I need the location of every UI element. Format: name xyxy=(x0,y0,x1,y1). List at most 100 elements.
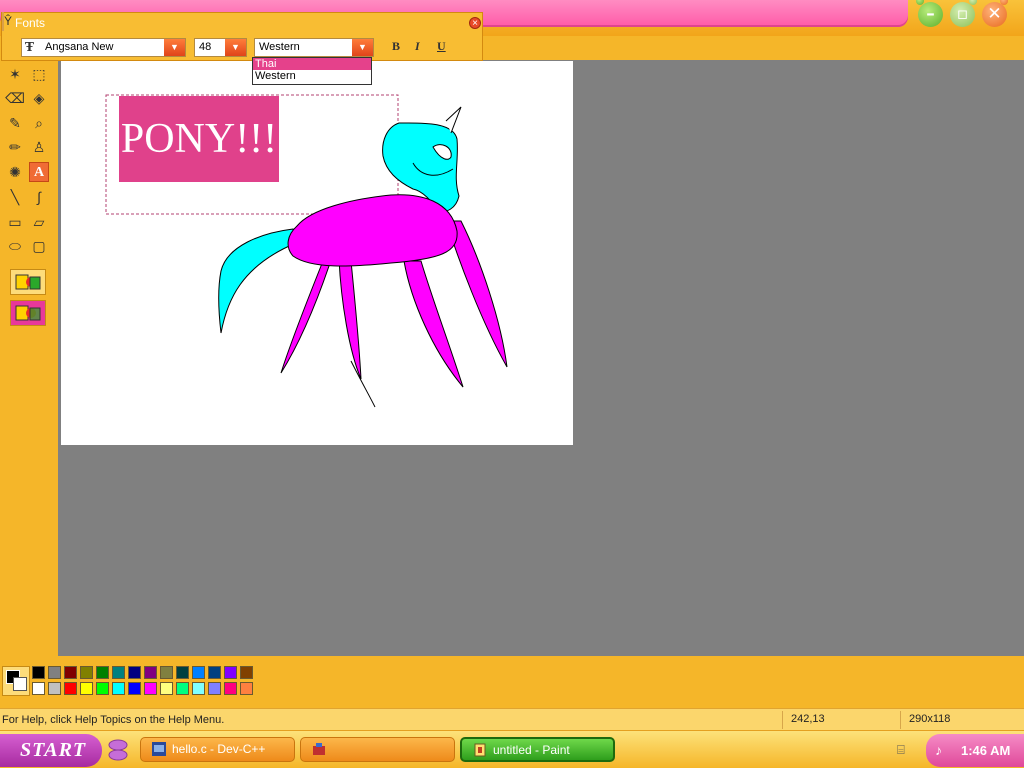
font-size-select[interactable]: 48 ▼ xyxy=(194,38,247,57)
cursor-position: 242,13 xyxy=(782,711,901,729)
palette-swatch[interactable] xyxy=(160,682,173,695)
text-box[interactable]: PONY!!! xyxy=(119,96,279,182)
palette-swatch[interactable] xyxy=(144,682,157,695)
palette-swatch[interactable] xyxy=(32,682,45,695)
fonts-window-icon: Ŷ xyxy=(4,14,13,28)
start-button[interactable]: START xyxy=(0,734,102,767)
dropdown-option-thai[interactable]: Thai xyxy=(253,58,371,70)
tray-network-icon[interactable]: ⌸ xyxy=(897,742,911,757)
background-color xyxy=(13,677,27,691)
pony-stroke xyxy=(350,360,376,408)
rounded-rect-icon[interactable]: ▢ xyxy=(29,236,49,256)
palette-swatch[interactable] xyxy=(96,682,109,695)
palette-swatch[interactable] xyxy=(240,682,253,695)
status-bar: For Help, click Help Topics on the Help … xyxy=(0,708,1024,730)
airbrush-icon[interactable]: ✺ xyxy=(5,162,25,182)
quick-launch-icon[interactable] xyxy=(106,737,130,763)
taskbar-item-paint[interactable]: untitled - Paint xyxy=(460,737,615,762)
dropdown-option-western[interactable]: Western xyxy=(253,70,371,82)
curve-icon[interactable]: ∫ xyxy=(29,187,49,207)
palette-swatch[interactable] xyxy=(80,666,93,679)
palette-swatch[interactable] xyxy=(32,666,45,679)
taskbar-item-devcpp[interactable]: hello.c - Dev-C++ xyxy=(140,737,295,762)
tool-box: ✶ ⬚ ⌫ ◈ ✎ ⌕ ✏ ♙ ✺ A ╲ ∫ ▭ ▱ ⬭ ▢ xyxy=(0,60,58,656)
fonts-toolbar-title: Fonts xyxy=(15,16,46,30)
text-icon[interactable]: A xyxy=(29,162,49,182)
pencil-icon[interactable]: ✏ xyxy=(5,137,25,157)
devcpp-icon xyxy=(152,742,166,756)
italic-button[interactable]: I xyxy=(415,39,420,54)
opaque-option-icon xyxy=(15,274,41,290)
taskbar: START hello.c - Dev-C++ untitled - Paint… xyxy=(0,730,1024,768)
chevron-down-icon[interactable]: ▼ xyxy=(164,39,185,56)
rect-select-icon[interactable]: ⬚ xyxy=(29,64,49,84)
palette-swatch[interactable] xyxy=(128,682,141,695)
font-name-value: Angsana New xyxy=(45,41,114,53)
palette-swatch[interactable] xyxy=(176,682,189,695)
pony-leg-3 xyxy=(403,260,464,388)
palette-swatch[interactable] xyxy=(240,666,253,679)
brush-icon[interactable]: ♙ xyxy=(29,137,49,157)
font-script-select[interactable]: Western ▼ xyxy=(254,38,374,57)
palette-swatch[interactable] xyxy=(208,666,221,679)
script-dropdown-list: Thai Western xyxy=(252,57,372,85)
status-help-text: For Help, click Help Topics on the Help … xyxy=(2,714,225,726)
pony-leg-2 xyxy=(338,258,362,380)
taskbar-item-app[interactable] xyxy=(300,737,455,762)
polygon-icon[interactable]: ▱ xyxy=(29,212,49,232)
palette-swatch[interactable] xyxy=(176,666,189,679)
palette-swatch[interactable] xyxy=(192,682,205,695)
fonts-close-button[interactable]: × xyxy=(469,17,481,29)
clock-time: 1:46 AM xyxy=(961,743,1011,758)
app-icon xyxy=(313,743,325,755)
rectangle-icon[interactable]: ▭ xyxy=(5,212,25,232)
pony-leg-1 xyxy=(280,260,330,374)
current-colors[interactable] xyxy=(2,666,30,696)
palette-swatch[interactable] xyxy=(48,666,61,679)
magnifier-icon[interactable]: ⌕ xyxy=(29,113,49,133)
palette-swatch[interactable] xyxy=(160,666,173,679)
pony-body xyxy=(287,194,458,267)
close-button[interactable]: ✕ xyxy=(982,0,1008,27)
line-icon[interactable]: ╲ xyxy=(5,187,25,207)
opaque-background-option[interactable] xyxy=(10,269,46,295)
palette-swatch[interactable] xyxy=(80,682,93,695)
palette-swatch[interactable] xyxy=(64,666,77,679)
transparent-background-option[interactable] xyxy=(10,300,46,326)
palette-swatch[interactable] xyxy=(144,666,157,679)
palette-swatch[interactable] xyxy=(224,666,237,679)
tray-speaker-icon[interactable]: ♪ xyxy=(935,734,942,767)
drawing-canvas[interactable]: PONY!!! xyxy=(61,61,573,445)
system-clock[interactable]: ♪ 1:46 AM xyxy=(926,734,1024,767)
maximize-button[interactable]: ▫ xyxy=(950,0,977,27)
palette-swatch[interactable] xyxy=(112,682,125,695)
font-size-value: 48 xyxy=(199,41,212,53)
minimize-button[interactable]: – xyxy=(916,0,943,27)
palette-swatch[interactable] xyxy=(192,666,205,679)
selection-size: 290x118 xyxy=(900,711,1024,729)
color-picker-icon[interactable]: ✎ xyxy=(5,113,25,133)
taskbar-item-label: hello.c - Dev-C++ xyxy=(172,742,266,756)
underline-button[interactable]: U xyxy=(437,39,446,54)
font-script-value: Western xyxy=(259,41,300,53)
palette-swatch[interactable] xyxy=(208,682,221,695)
ellipse-icon[interactable]: ⬭ xyxy=(5,236,25,256)
palette-swatch[interactable] xyxy=(224,682,237,695)
paint-icon xyxy=(474,743,486,757)
palette-swatch[interactable] xyxy=(64,682,77,695)
truetype-icon: Ŧ xyxy=(25,40,34,54)
chevron-down-icon[interactable]: ▼ xyxy=(352,39,373,56)
fill-icon[interactable]: ◈ xyxy=(29,88,49,108)
palette-swatch[interactable] xyxy=(112,666,125,679)
transparent-option-icon xyxy=(15,305,41,321)
taskbar-item-label: untitled - Paint xyxy=(493,743,570,757)
palette-swatch[interactable] xyxy=(96,666,109,679)
free-select-icon[interactable]: ✶ xyxy=(5,64,25,84)
chevron-down-icon[interactable]: ▼ xyxy=(225,39,246,56)
palette-swatch[interactable] xyxy=(128,666,141,679)
fonts-toolbar: Ŷ Fonts × Ŧ Angsana New ▼ 48 ▼ Western ▼… xyxy=(1,12,483,61)
font-name-select[interactable]: Ŧ Angsana New ▼ xyxy=(21,38,186,57)
eraser-icon[interactable]: ⌫ xyxy=(5,88,25,108)
bold-button[interactable]: B xyxy=(392,39,400,54)
palette-swatch[interactable] xyxy=(48,682,61,695)
